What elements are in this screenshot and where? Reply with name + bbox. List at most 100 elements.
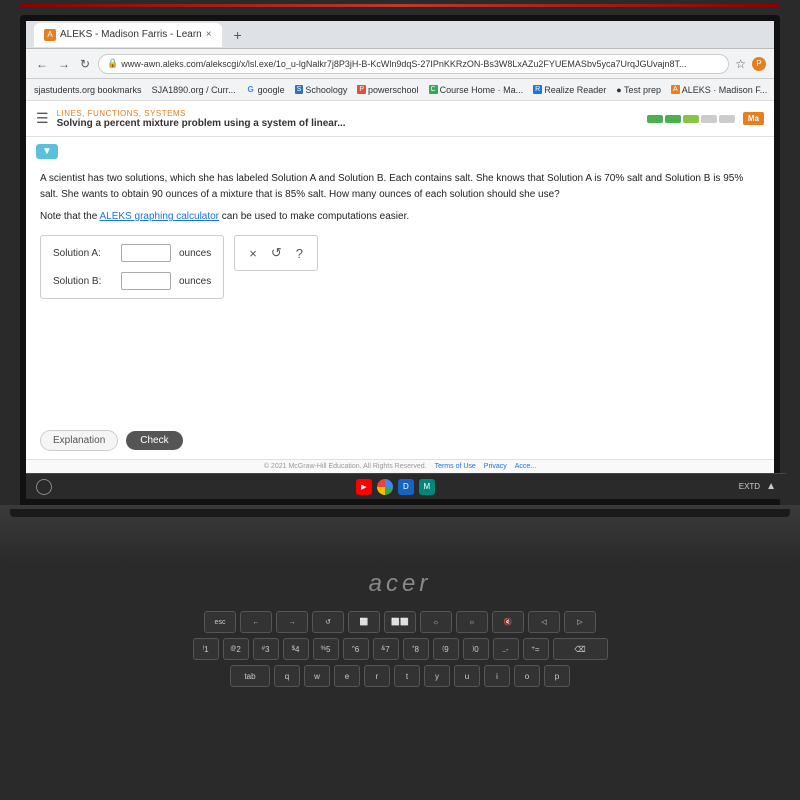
key-minus[interactable]: _- — [493, 638, 519, 660]
key-5[interactable]: %5 — [313, 638, 339, 660]
address-field[interactable]: 🔒 www-awn.aleks.com/alekscgi/x/lsl.exe/1… — [98, 54, 729, 74]
google-icon: G — [246, 85, 256, 95]
aleks-topbar: ☰ LINES, FUNCTIONS, SYSTEMS Solving a pe… — [26, 101, 774, 137]
tab-close-button[interactable]: × — [206, 29, 212, 40]
key-brightness-up[interactable]: ☼ — [456, 611, 488, 633]
bookmark-label: google — [258, 85, 285, 95]
check-button[interactable]: Check — [126, 431, 182, 450]
bookmark-google[interactable]: G google — [246, 85, 285, 95]
key-u[interactable]: u — [454, 665, 480, 687]
footer-access-link[interactable]: Acce... — [515, 463, 536, 470]
laptop-hinge — [10, 509, 790, 517]
key-back[interactable]: ← — [240, 611, 272, 633]
undo-button[interactable]: ↺ — [269, 243, 284, 263]
browser-titlebar: A ALEKS - Madison Farris - Learn × + — [26, 21, 774, 49]
progress-seg-2 — [665, 115, 681, 123]
bookmark-label: SJA1890.org / Curr... — [152, 85, 236, 95]
meet-taskbar-icon[interactable]: M — [419, 479, 435, 495]
footer-terms-link[interactable]: Terms of Use — [435, 463, 476, 470]
key-e[interactable]: e — [334, 665, 360, 687]
key-1[interactable]: !1 — [193, 638, 219, 660]
key-o[interactable]: o — [514, 665, 540, 687]
key-8[interactable]: *8 — [403, 638, 429, 660]
solution-a-input[interactable] — [121, 244, 171, 262]
screen-bezel: A ALEKS - Madison Farris - Learn × + ← →… — [20, 15, 780, 505]
key-brightness-down[interactable]: ☼ — [420, 611, 452, 633]
bookmark-realize[interactable]: R Realize Reader — [533, 85, 606, 95]
hamburger-menu-icon[interactable]: ☰ — [36, 110, 49, 127]
google-taskbar-icon[interactable] — [377, 479, 393, 495]
extd-label: EXTD — [739, 482, 760, 491]
key-6[interactable]: ^6 — [343, 638, 369, 660]
key-y[interactable]: y — [424, 665, 450, 687]
key-windows[interactable]: ⬜⬜ — [384, 611, 416, 633]
meet-icon: M — [424, 482, 431, 491]
testprep-icon: ● Test prep — [616, 85, 661, 95]
keyboard-area: esc ← → ↺ ⬜ ⬜⬜ ☼ ☼ 🔇 ◁ ▷ !1 @2 #3 $4 %5 … — [0, 603, 800, 800]
reload-button[interactable]: ↻ — [78, 55, 92, 73]
forward-button[interactable]: → — [56, 55, 72, 73]
clear-button[interactable]: × — [247, 244, 259, 263]
key-t[interactable]: t — [394, 665, 420, 687]
bookmark-label: Realize Reader — [544, 85, 606, 95]
solution-a-unit: ounces — [179, 246, 211, 261]
key-2[interactable]: @2 — [223, 638, 249, 660]
key-r[interactable]: r — [364, 665, 390, 687]
key-vol-up[interactable]: ▷ — [564, 611, 596, 633]
key-9[interactable]: (9 — [433, 638, 459, 660]
bookmark-coursehome[interactable]: C Course Home · Ma... — [429, 85, 524, 95]
key-w[interactable]: w — [304, 665, 330, 687]
new-tab-button[interactable]: + — [228, 25, 248, 45]
key-backspace[interactable]: ⌫ — [553, 638, 608, 660]
key-3[interactable]: #3 — [253, 638, 279, 660]
drive-taskbar-icon[interactable]: D — [398, 479, 414, 495]
bookmark-star-icon[interactable]: ☆ — [735, 57, 746, 71]
wifi-icon: ▲ — [766, 481, 776, 492]
key-refresh[interactable]: ↺ — [312, 611, 344, 633]
solution-b-unit: ounces — [179, 274, 211, 289]
help-button[interactable]: ? — [294, 244, 305, 263]
problem-area: A scientist has two solutions, which she… — [26, 163, 774, 422]
bookmarks-bar: sjastudents.org bookmarks SJA1890.org / … — [26, 79, 774, 101]
key-4[interactable]: $4 — [283, 638, 309, 660]
drive-icon: D — [403, 482, 409, 491]
solution-b-label: Solution B: — [53, 274, 113, 289]
key-equals[interactable]: += — [523, 638, 549, 660]
youtube-taskbar-icon[interactable]: ▶ — [356, 479, 372, 495]
active-tab[interactable]: A ALEKS - Madison Farris - Learn × — [34, 23, 222, 47]
bookmark-sja1890[interactable]: SJA1890.org / Curr... — [152, 85, 236, 95]
keyboard-row-qwerty: tab q w e r t y u i o p — [20, 665, 780, 687]
profile-avatar[interactable]: P — [752, 57, 766, 71]
key-tab[interactable]: tab — [230, 665, 270, 687]
bookmark-sjastudents[interactable]: sjastudents.org bookmarks — [34, 85, 142, 95]
key-0[interactable]: )0 — [463, 638, 489, 660]
aleks-user-label: Ma — [743, 112, 764, 125]
explanation-button[interactable]: Explanation — [40, 430, 118, 451]
key-7[interactable]: &7 — [373, 638, 399, 660]
solution-b-input[interactable] — [121, 272, 171, 290]
taskbar-home-button[interactable] — [36, 479, 52, 495]
dropdown-button[interactable]: ▼ — [36, 144, 58, 159]
bookmark-testprep[interactable]: ● Test prep — [616, 85, 661, 95]
key-p[interactable]: p — [544, 665, 570, 687]
key-q[interactable]: q — [274, 665, 300, 687]
footer-privacy-link[interactable]: Privacy — [484, 463, 507, 470]
key-vol-down[interactable]: ◁ — [528, 611, 560, 633]
bookmark-label: ALEKS · Madison F... — [682, 85, 768, 95]
key-esc[interactable]: esc — [204, 611, 236, 633]
back-button[interactable]: ← — [34, 55, 50, 73]
bookmark-powerschool[interactable]: P powerschool — [357, 85, 418, 95]
camera-bar — [20, 4, 780, 7]
action-buttons-box: × ↺ ? — [234, 235, 318, 271]
key-fwd[interactable]: → — [276, 611, 308, 633]
aleks-content: ☰ LINES, FUNCTIONS, SYSTEMS Solving a pe… — [26, 101, 774, 473]
solution-inputs-box: Solution A: ounces Solution B: ounces — [40, 235, 224, 299]
key-mute[interactable]: 🔇 — [492, 611, 524, 633]
tab-label: ALEKS - Madison Farris - Learn — [60, 29, 202, 40]
key-i[interactable]: i — [484, 665, 510, 687]
bookmark-aleks[interactable]: A ALEKS · Madison F... — [671, 85, 767, 95]
bookmark-schoology[interactable]: S Schoology — [295, 85, 348, 95]
coursehome-icon: C — [429, 85, 438, 94]
calculator-link[interactable]: ALEKS graphing calculator — [100, 211, 220, 222]
key-fullscreen[interactable]: ⬜ — [348, 611, 380, 633]
